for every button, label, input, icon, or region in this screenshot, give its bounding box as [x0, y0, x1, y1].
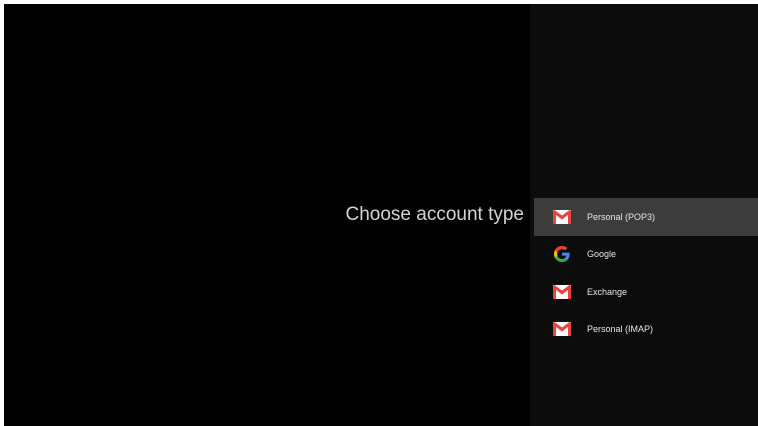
account-type-list: Personal (POP3) Google Exchange Personal…	[534, 198, 758, 348]
gmail-icon	[553, 322, 571, 337]
gmail-icon	[553, 209, 571, 224]
account-type-label: Personal (IMAP)	[587, 324, 654, 335]
google-icon	[553, 246, 571, 263]
account-type-panel: Personal (POP3) Google Exchange Personal…	[530, 4, 758, 426]
tv-screen: Choose account type Personal (POP3) Goog…	[4, 4, 758, 426]
left-pane: Choose account type	[4, 4, 530, 426]
account-type-label: Personal (POP3)	[587, 211, 656, 222]
account-type-google[interactable]: Google	[534, 236, 758, 274]
account-type-label: Google	[587, 249, 617, 260]
account-type-personal-pop3[interactable]: Personal (POP3)	[534, 198, 758, 236]
page-title: Choose account type	[345, 204, 524, 225]
account-type-label: Exchange	[587, 286, 628, 297]
account-type-exchange[interactable]: Exchange	[534, 273, 758, 311]
account-type-personal-imap[interactable]: Personal (IMAP)	[534, 311, 758, 349]
gmail-icon	[553, 284, 571, 299]
